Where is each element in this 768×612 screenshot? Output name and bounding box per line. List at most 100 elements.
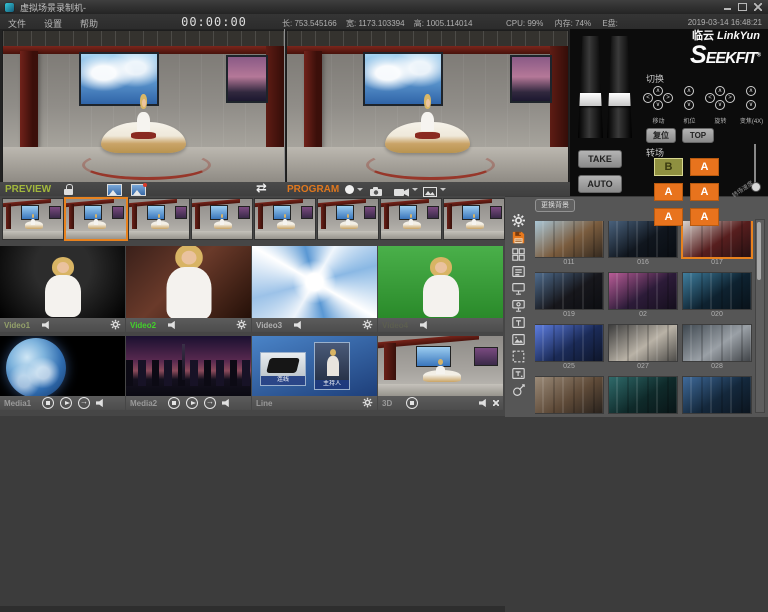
maximize-icon[interactable] [738, 3, 747, 11]
change-background-tab[interactable]: 更换背景 [535, 199, 575, 212]
image-box-icon[interactable] [509, 331, 527, 347]
display-light-icon[interactable] [509, 297, 527, 313]
camera-icon[interactable] [369, 184, 383, 202]
transition-button[interactable]: A [690, 208, 719, 226]
dpad-up-icon[interactable]: ∧ [746, 86, 756, 96]
draw-icon[interactable] [509, 382, 527, 398]
dpad-right-icon[interactable]: > [663, 93, 673, 103]
gear-icon[interactable] [362, 397, 373, 410]
take-button[interactable]: TAKE [578, 150, 622, 168]
speaker-icon[interactable] [222, 399, 233, 408]
loop-button[interactable] [204, 397, 216, 409]
gear-icon[interactable] [236, 319, 247, 332]
dpad-up-icon[interactable]: ∧ [653, 86, 663, 96]
play-button[interactable] [186, 397, 198, 409]
scene-thumbnail[interactable] [535, 377, 603, 413]
scene-angle-thumb[interactable] [444, 199, 504, 239]
scene-angle-thumb[interactable] [192, 199, 252, 239]
media2-thumbnail[interactable] [126, 336, 251, 396]
save-icon[interactable] [509, 229, 527, 245]
settings-icon[interactable] [509, 212, 527, 228]
video4-thumbnail[interactable] [378, 246, 503, 318]
scene-angle-thumb[interactable] [3, 199, 63, 239]
dpad-up-icon[interactable]: ∧ [715, 86, 725, 96]
gallery-scroll-thumb[interactable] [757, 222, 761, 280]
transition-button[interactable]: A [654, 183, 683, 201]
scene-thumbnail[interactable] [609, 273, 677, 309]
source-video4[interactable]: Video4 [378, 246, 503, 332]
record-caret-icon[interactable] [357, 188, 363, 194]
source-line[interactable]: 连线 主持人 Line [252, 336, 377, 410]
menu-file[interactable]: 文件 [8, 17, 26, 30]
scene-angle-thumb[interactable] [318, 199, 378, 239]
stop-button[interactable] [406, 397, 418, 409]
line-call-item[interactable]: 连线 [260, 352, 306, 386]
reset-button[interactable]: 复位 [646, 128, 676, 143]
speaker-muted-icon[interactable] [479, 399, 490, 408]
dpad-left-icon[interactable]: < [643, 93, 653, 103]
scene-angle-thumb[interactable] [255, 199, 315, 239]
scene-thumbnail[interactable] [683, 221, 751, 257]
auto-button[interactable]: AUTO [578, 175, 622, 193]
source-media1[interactable]: Media1 [0, 336, 125, 410]
dpad-down-icon[interactable]: ∨ [684, 100, 694, 110]
snapshot-a-icon[interactable] [107, 184, 122, 196]
lock-icon[interactable] [64, 184, 73, 195]
stop-button[interactable] [168, 397, 180, 409]
top-button[interactable]: TOP [682, 128, 714, 143]
transition-button[interactable]: A [690, 158, 719, 176]
speaker-icon[interactable] [168, 321, 179, 330]
transition-button[interactable]: B [654, 158, 683, 176]
close-icon[interactable] [754, 3, 762, 11]
studio3d-thumbnail[interactable] [378, 336, 503, 396]
camcorder-caret-icon[interactable] [412, 188, 418, 194]
stop-button[interactable] [42, 397, 54, 409]
display-icon[interactable] [509, 280, 527, 296]
minimize-icon[interactable] [724, 8, 731, 10]
t-bar-handle[interactable] [577, 93, 604, 106]
source-video1[interactable]: Video1 [0, 246, 125, 332]
video1-thumbnail[interactable] [0, 246, 125, 318]
gear-icon[interactable] [110, 319, 121, 332]
transition-speed-slider[interactable] [754, 144, 756, 188]
transition-button[interactable]: A [690, 183, 719, 201]
speaker-icon[interactable] [96, 399, 107, 408]
source-video2[interactable]: Video2 [126, 246, 251, 332]
swap-icon[interactable]: ⇄ [256, 180, 267, 196]
gear-icon[interactable] [362, 319, 373, 332]
source-3d[interactable]: 3D [378, 336, 503, 410]
menu-settings[interactable]: 设置 [44, 17, 62, 30]
frame-icon[interactable] [509, 348, 527, 364]
t-bar-handle[interactable] [606, 93, 633, 106]
media1-thumbnail[interactable] [0, 336, 125, 396]
dpad-down-icon[interactable]: ∨ [715, 100, 725, 110]
dpad-down-icon[interactable]: ∨ [746, 100, 756, 110]
scene-angle-thumb[interactable] [66, 199, 126, 239]
speaker-icon[interactable] [42, 321, 53, 330]
video3-thumbnail[interactable] [252, 246, 377, 318]
dpad-left-icon[interactable]: < [705, 93, 715, 103]
gallery-scrollbar[interactable] [755, 219, 765, 413]
record-icon[interactable] [345, 185, 354, 194]
layout-icon[interactable] [509, 246, 527, 262]
scene-angle-thumb[interactable] [129, 199, 189, 239]
image-output-icon[interactable] [423, 184, 437, 202]
scene-thumbnail[interactable] [683, 325, 751, 361]
list-icon[interactable] [509, 263, 527, 279]
menu-help[interactable]: 帮助 [80, 17, 98, 30]
scene-thumbnail[interactable] [535, 273, 603, 309]
dpad-right-icon[interactable]: > [725, 93, 735, 103]
scene-angle-thumb[interactable] [381, 199, 441, 239]
image-caret-icon[interactable] [440, 188, 446, 194]
t-bar[interactable] [576, 36, 636, 138]
speaker-icon[interactable] [420, 321, 431, 330]
play-button[interactable] [60, 397, 72, 409]
scene-thumbnail[interactable] [683, 377, 751, 413]
scene-thumbnail[interactable] [683, 273, 751, 309]
transition-button[interactable]: A [654, 208, 683, 226]
line-thumbnail[interactable]: 连线 主持人 [252, 336, 377, 396]
source-media2[interactable]: Media2 [126, 336, 251, 410]
title-text-icon[interactable] [509, 365, 527, 381]
scene-thumbnail[interactable] [535, 221, 603, 257]
dpad-down-icon[interactable]: ∨ [653, 100, 663, 110]
